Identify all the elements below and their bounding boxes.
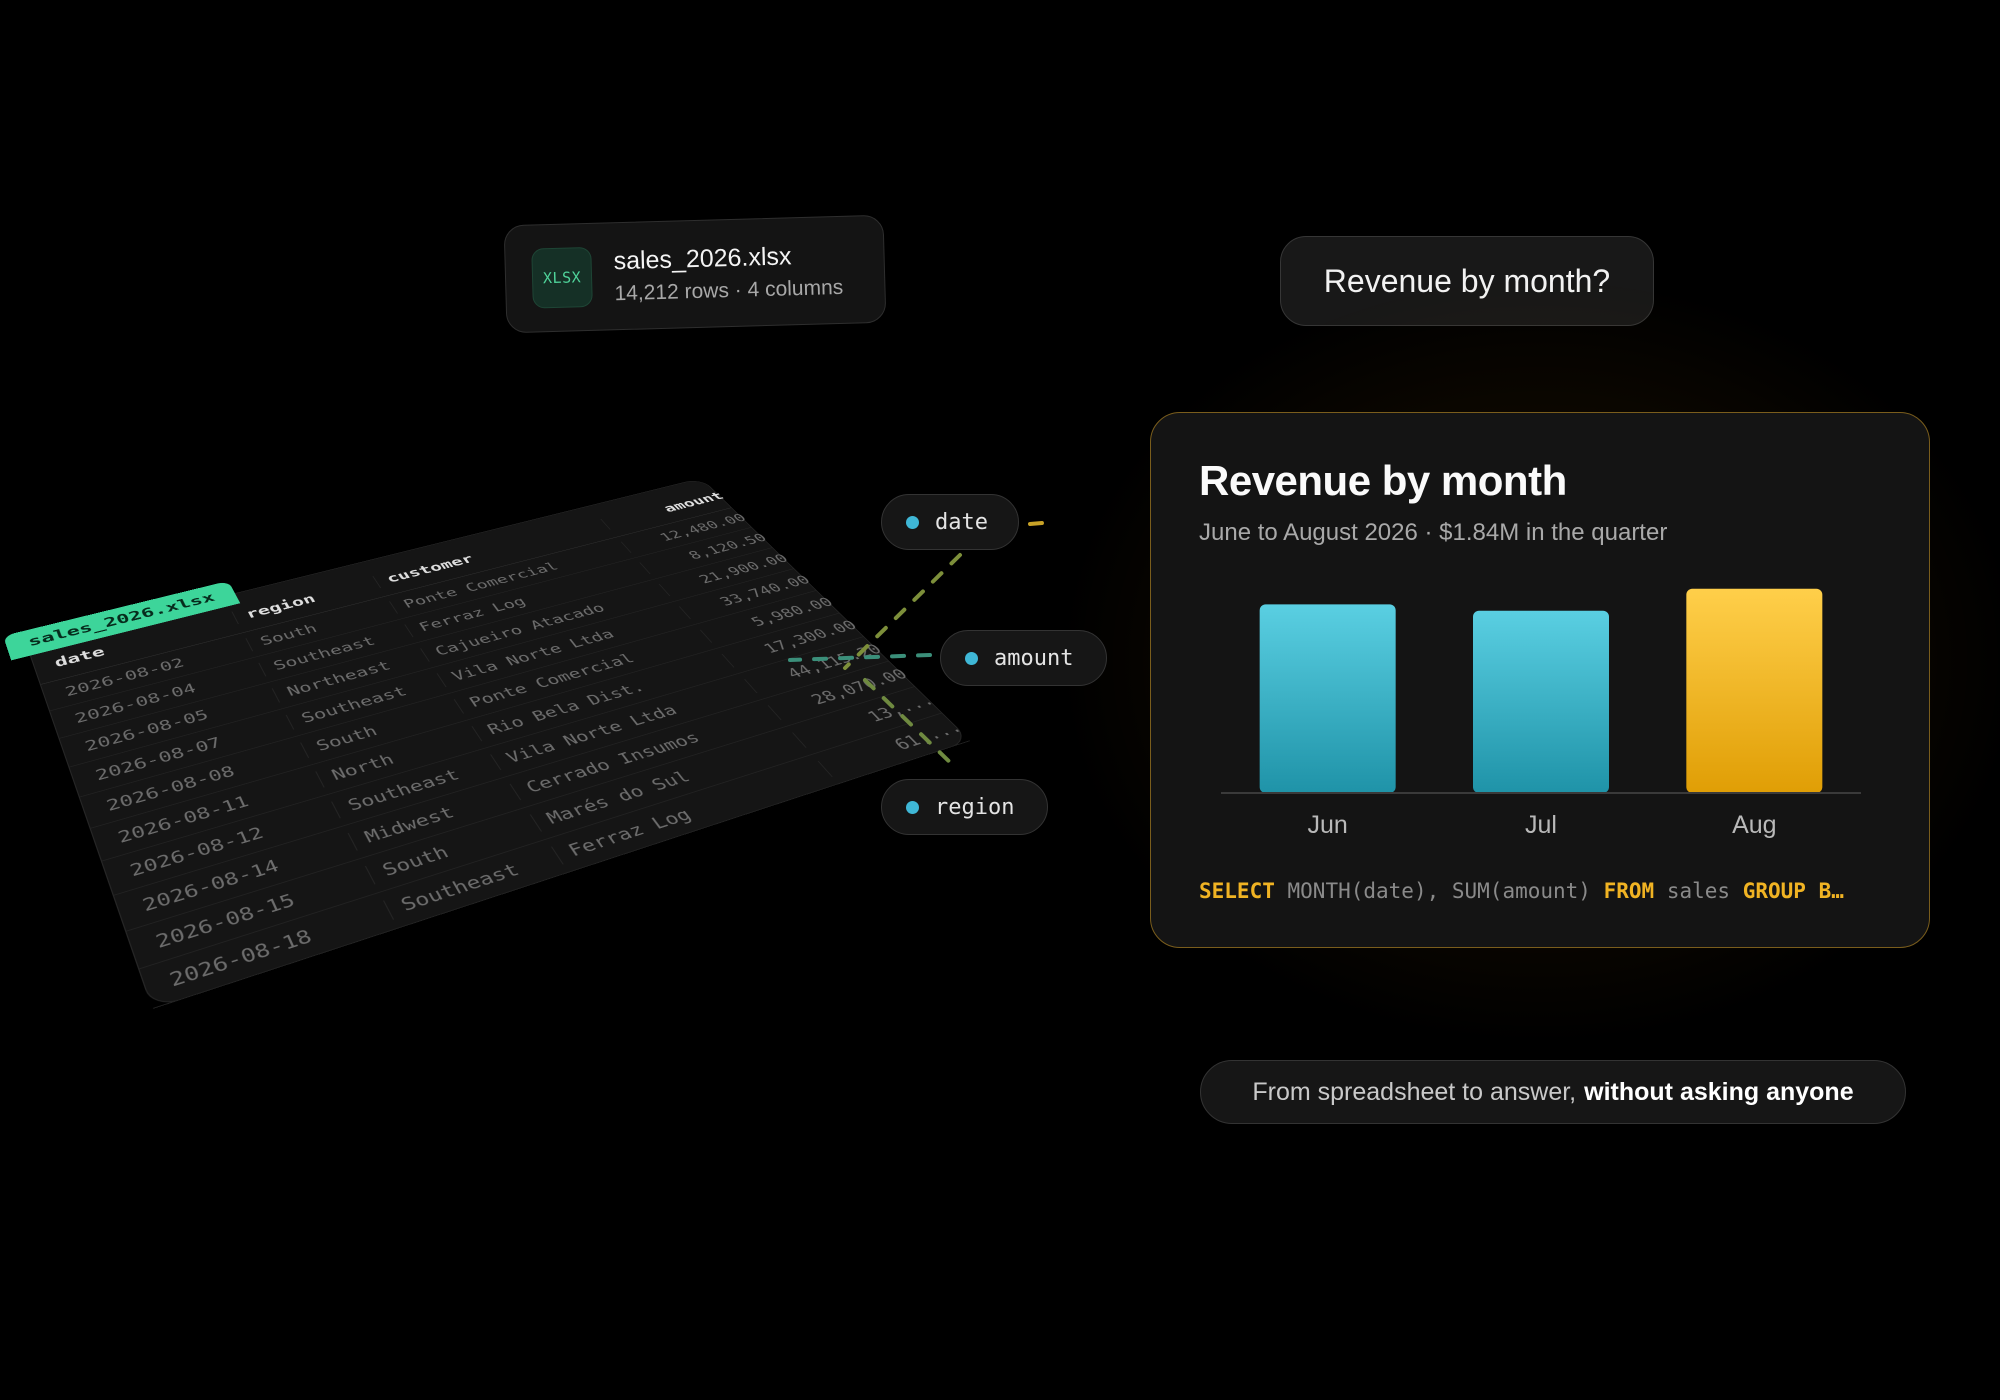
- sql-keyword: FROM: [1603, 879, 1655, 903]
- tagline-lead: From spreadsheet to answer,: [1252, 1077, 1577, 1106]
- field-label-region: region: [935, 794, 1015, 820]
- spreadsheet-preview: sales_2026.xlsx date region customer amo…: [3, 477, 980, 1010]
- x-tick-label: Jul: [1525, 811, 1557, 839]
- bar-chart: Jun Jul Aug: [1221, 588, 1861, 839]
- tagline: From spreadsheet to answer, without aski…: [1200, 1060, 1906, 1124]
- tagline-emphasis: without asking anyone: [1584, 1077, 1854, 1106]
- sql-text: sales: [1666, 879, 1731, 903]
- bar-jun[interactable]: [1259, 604, 1396, 793]
- field-label-amount: amount: [994, 645, 1074, 671]
- field-pill-date[interactable]: date: [881, 494, 1019, 550]
- field-dot-icon: [906, 515, 919, 529]
- x-tick-label: Jun: [1308, 811, 1348, 839]
- field-pill-region[interactable]: region: [881, 779, 1048, 835]
- bar-aug[interactable]: [1686, 588, 1823, 793]
- revenue-chart-card[interactable]: Revenue by month June to August 2026 · $…: [1150, 412, 1930, 948]
- sql-keyword: GROUP B…: [1742, 879, 1844, 903]
- sql-text: MONTH(date), SUM(amount): [1287, 879, 1591, 903]
- bar-jul[interactable]: [1473, 610, 1609, 793]
- question-bubble: Revenue by month?: [1280, 236, 1654, 326]
- x-tick-label: Aug: [1732, 811, 1776, 839]
- sql-keyword: SELECT: [1199, 879, 1275, 903]
- sql-query[interactable]: SELECT MONTH(date), SUM(amount) FROM sal…: [1199, 879, 1899, 903]
- spreadsheet-stage: sales_2026.xlsx date region customer amo…: [0, 0, 1200, 1100]
- field-dot-icon: [906, 800, 919, 814]
- field-dot-icon: [965, 651, 978, 665]
- sheet-body: 2026-08-02 South Ponte Comercial 12,480.00 2…: [40, 507, 980, 1009]
- field-pill-amount[interactable]: amount: [940, 630, 1107, 686]
- field-label-date: date: [935, 509, 988, 535]
